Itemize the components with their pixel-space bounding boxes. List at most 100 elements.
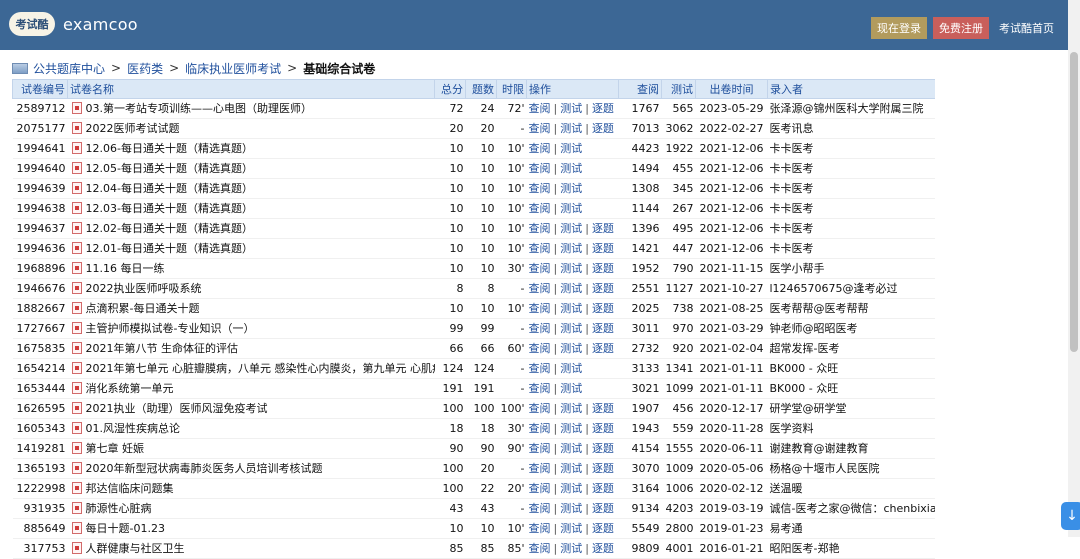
step-by-step-link[interactable]: 逐题 [592, 502, 614, 515]
test-link[interactable]: 测试 [560, 422, 582, 435]
column-header-id[interactable]: 试卷编号 [12, 79, 68, 99]
column-header-name[interactable]: 试卷名称 [67, 79, 435, 99]
exam-name[interactable]: 12.04-每日通关十题（精选真题） [86, 182, 253, 195]
view-link[interactable]: 查阅 [529, 382, 551, 395]
view-link[interactable]: 查阅 [529, 242, 551, 255]
exam-name[interactable]: 2021执业（助理）医师风湿免疫考试 [86, 402, 268, 415]
breadcrumb-link-public-bank[interactable]: 公共题库中心 [33, 60, 105, 77]
view-link[interactable]: 查阅 [529, 462, 551, 475]
test-link[interactable]: 测试 [560, 222, 582, 235]
column-header-views[interactable]: 查阅 [618, 79, 662, 99]
step-by-step-link[interactable]: 逐题 [592, 262, 614, 275]
exam-name[interactable]: 03.第一考站专项训练——心电图（助理医师） [86, 102, 313, 115]
exam-name[interactable]: 2021年第八节 生命体征的评估 [86, 342, 239, 355]
test-link[interactable]: 测试 [560, 202, 582, 215]
test-link[interactable]: 测试 [560, 342, 582, 355]
view-link[interactable]: 查阅 [529, 302, 551, 315]
test-link[interactable]: 测试 [560, 542, 582, 555]
test-link[interactable]: 测试 [560, 322, 582, 335]
test-link[interactable]: 测试 [560, 282, 582, 295]
column-header-score[interactable]: 总分 [434, 79, 466, 99]
view-link[interactable]: 查阅 [529, 202, 551, 215]
view-link[interactable]: 查阅 [529, 342, 551, 355]
column-header-limit[interactable]: 时限 [496, 79, 527, 99]
arrow-up-icon[interactable]: ↓ [1061, 502, 1080, 530]
exam-name[interactable]: 2022医师考试试题 [86, 122, 180, 135]
test-link[interactable]: 测试 [560, 122, 582, 135]
exam-name[interactable]: 12.05-每日通关十题（精选真题） [86, 162, 253, 175]
step-by-step-link[interactable]: 逐题 [592, 102, 614, 115]
column-header-date[interactable]: 出卷时间 [695, 79, 768, 99]
view-link[interactable]: 查阅 [529, 502, 551, 515]
exam-name[interactable]: 邦达信临床问题集 [86, 482, 174, 495]
view-link[interactable]: 查阅 [529, 282, 551, 295]
step-by-step-link[interactable]: 逐题 [592, 422, 614, 435]
step-by-step-link[interactable]: 逐题 [592, 482, 614, 495]
step-by-step-link[interactable]: 逐题 [592, 302, 614, 315]
step-by-step-link[interactable]: 逐题 [592, 402, 614, 415]
step-by-step-link[interactable]: 逐题 [592, 442, 614, 455]
breadcrumb-link-clinical-exam[interactable]: 临床执业医师考试 [185, 60, 281, 77]
exam-name[interactable]: 12.01-每日通关十题（精选真题） [86, 242, 253, 255]
home-link[interactable]: 考试酷首页 [999, 20, 1054, 36]
test-link[interactable]: 测试 [560, 482, 582, 495]
view-link[interactable]: 查阅 [529, 482, 551, 495]
scrollbar-thumb[interactable] [1070, 52, 1078, 352]
view-link[interactable]: 查阅 [529, 262, 551, 275]
view-link[interactable]: 查阅 [529, 122, 551, 135]
step-by-step-link[interactable]: 逐题 [592, 122, 614, 135]
step-by-step-link[interactable]: 逐题 [592, 542, 614, 555]
step-by-step-link[interactable]: 逐题 [592, 322, 614, 335]
exam-name[interactable]: 点滴积累-每日通关十题 [86, 302, 200, 315]
exam-name[interactable]: 主管护师模拟试卷-专业知识（一） [86, 322, 255, 335]
exam-name[interactable]: 第七章 妊娠 [86, 442, 145, 455]
step-by-step-link[interactable]: 逐题 [592, 342, 614, 355]
exam-name[interactable]: 12.03-每日通关十题（精选真题） [86, 202, 253, 215]
exam-name[interactable]: 人群健康与社区卫生 [86, 542, 185, 555]
test-link[interactable]: 测试 [560, 262, 582, 275]
exam-name[interactable]: 2021年第七单元 心脏瓣膜病，八单元 感染性心内膜炎，第九单元 心肌疾病 [86, 362, 435, 375]
page-scrollbar[interactable] [1068, 0, 1080, 537]
exam-name[interactable]: 肺源性心脏病 [86, 502, 152, 515]
test-link[interactable]: 测试 [560, 362, 582, 375]
view-link[interactable]: 查阅 [529, 222, 551, 235]
view-link[interactable]: 查阅 [529, 402, 551, 415]
test-link[interactable]: 测试 [560, 462, 582, 475]
column-header-tests[interactable]: 测试 [661, 79, 696, 99]
step-by-step-link[interactable]: 逐题 [592, 222, 614, 235]
test-link[interactable]: 测试 [560, 382, 582, 395]
test-link[interactable]: 测试 [560, 242, 582, 255]
view-link[interactable]: 查阅 [529, 362, 551, 375]
test-link[interactable]: 测试 [560, 162, 582, 175]
test-link[interactable]: 测试 [560, 182, 582, 195]
step-by-step-link[interactable]: 逐题 [592, 282, 614, 295]
view-link[interactable]: 查阅 [529, 322, 551, 335]
register-button[interactable]: 免费注册 [933, 17, 989, 39]
view-link[interactable]: 查阅 [529, 182, 551, 195]
column-header-count[interactable]: 题数 [465, 79, 497, 99]
test-link[interactable]: 测试 [560, 442, 582, 455]
view-link[interactable]: 查阅 [529, 442, 551, 455]
step-by-step-link[interactable]: 逐题 [592, 462, 614, 475]
exam-name[interactable]: 12.06-每日通关十题（精选真题） [86, 142, 253, 155]
view-link[interactable]: 查阅 [529, 142, 551, 155]
exam-name[interactable]: 消化系统第一单元 [86, 382, 174, 395]
site-logo[interactable]: 考试酷 examcoo [9, 12, 138, 36]
breadcrumb-link-medicine[interactable]: 医药类 [127, 60, 163, 77]
exam-name[interactable]: 12.02-每日通关十题（精选真题） [86, 222, 253, 235]
view-link[interactable]: 查阅 [529, 422, 551, 435]
login-button[interactable]: 现在登录 [871, 17, 927, 39]
test-link[interactable]: 测试 [560, 402, 582, 415]
test-link[interactable]: 测试 [560, 502, 582, 515]
exam-name[interactable]: 01.风湿性疾病总论 [86, 422, 181, 435]
view-link[interactable]: 查阅 [529, 542, 551, 555]
view-link[interactable]: 查阅 [529, 162, 551, 175]
exam-name[interactable]: 2022执业医师呼吸系统 [86, 282, 202, 295]
exam-name[interactable]: 11.16 每日一练 [86, 262, 165, 275]
step-by-step-link[interactable]: 逐题 [592, 242, 614, 255]
exam-name[interactable]: 2020年新型冠状病毒肺炎医务人员培训考核试题 [86, 462, 323, 475]
view-link[interactable]: 查阅 [529, 522, 551, 535]
test-link[interactable]: 测试 [560, 522, 582, 535]
view-link[interactable]: 查阅 [529, 102, 551, 115]
step-by-step-link[interactable]: 逐题 [592, 522, 614, 535]
